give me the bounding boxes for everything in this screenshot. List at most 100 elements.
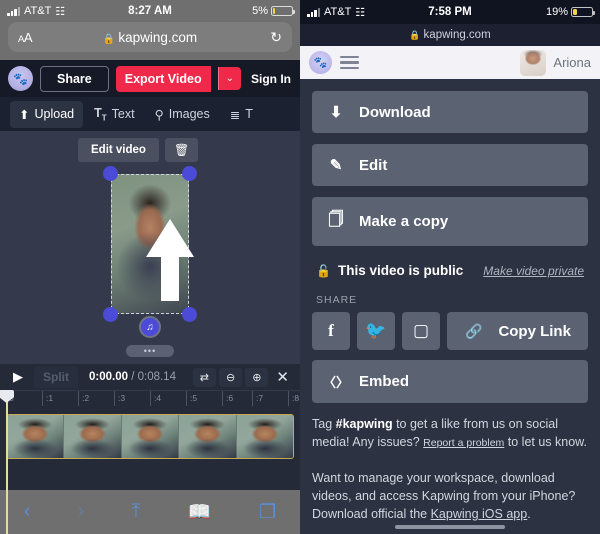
battery-percent-label: 5% [252,5,268,17]
annotation-arrow-up-icon [146,219,194,301]
zoom-out-icon[interactable]: ⊖ [218,367,243,387]
download-icon: ⬇ [329,104,343,121]
tabs-icon[interactable]: ❐ [259,501,276,524]
split-button[interactable]: Split [34,366,78,388]
hamburger-icon[interactable] [340,55,359,70]
left-phone-screen: AT&T ☷ 8:27 AM 5% AA 🔒 kapwing.com ↻ 🐾 S… [0,0,300,534]
right-phone-screen: AT&T ☷ 7:58 PM 19% 🔒 kapwing.com 🐾 Arion… [300,0,600,534]
zoom-in-icon[interactable]: ⊕ [245,367,269,387]
app-note-period: . [527,506,531,521]
tool-images[interactable]: ⚲ Images [146,101,219,128]
play-icon[interactable]: ▶ [6,369,30,385]
facebook-icon[interactable]: f [312,312,350,350]
tool-timeline[interactable]: ≣ T [221,101,262,128]
home-indicator [395,525,505,529]
kapwing-logo[interactable]: 🐾 [309,51,332,74]
hashtag-label: #kapwing [335,417,393,431]
instagram-icon[interactable]: ▢ [402,312,440,350]
drag-handle[interactable]: ••• [126,345,174,357]
resize-handle-bottom-left[interactable] [103,307,118,322]
ruler-tick: :4 [150,391,161,406]
timecode-display: 0:00.00 / 0:08.14 [89,371,176,383]
url-pill[interactable]: AA 🔒 kapwing.com ↻ [8,22,292,52]
user-name-label: Ariona [553,55,591,70]
bookmarks-icon[interactable]: 📖 [188,500,212,524]
share-row: f 🐦 ▢ 🔗 Copy Link [312,312,588,350]
ruler-tick: :1 [42,391,53,406]
make-a-copy-button[interactable]: 🗍 Make a copy [312,197,588,246]
text-icon: TT [94,105,107,123]
edit-video-button[interactable]: Edit video [78,138,159,162]
download-label: Download [359,103,431,121]
kapwing-ios-app-link[interactable]: Kapwing iOS app [431,507,528,521]
privacy-row: 🔓 This video is public Make video privat… [312,257,588,280]
kapwing-logo[interactable]: 🐾 [8,66,33,91]
make-a-copy-label: Make a copy [359,213,449,230]
resize-handle-top-left[interactable] [103,166,118,181]
video-clip[interactable] [6,414,294,459]
avatar [520,49,547,76]
clip-frame [64,415,122,458]
tool-timeline-label: T [245,107,253,121]
playhead[interactable] [6,391,8,534]
url-text[interactable]: 🔒 kapwing.com [8,30,292,45]
battery-icon [571,7,595,17]
kapwing-tool-row: ⬆ Upload TT Text ⚲ Images ≣ T [0,97,300,131]
share-button[interactable]: Share [40,65,109,92]
upload-icon: ⬆ [19,107,30,122]
lock-icon: 🔒 [102,33,116,45]
resize-handle-bottom-right[interactable] [182,307,197,322]
back-icon[interactable]: ‹ [24,501,30,523]
clip-context-toolbar: Edit video 🗑 [78,138,199,162]
forward-icon: › [77,501,85,522]
export-options-chevron-down-icon[interactable]: ⌄ [217,67,242,90]
battery-percent-label: 19% [545,6,568,18]
time-separator: / [128,371,138,383]
trash-icon[interactable]: 🗑 [164,138,199,162]
timeline-track[interactable] [0,405,300,465]
pencil-icon: ✎ [329,157,343,174]
status-right-group: 5% [252,5,300,17]
audio-icon[interactable]: ♫ [139,316,161,338]
sign-in-link[interactable]: Sign In [251,72,291,86]
report-a-problem-link[interactable]: Report a problem [423,437,504,449]
timeline-controls: ▶ Split 0:00.00 / 0:08.14 ⇄ ⊖ ⊕ ✕ [0,364,300,390]
share-icon[interactable]: ⤒ [132,501,140,523]
export-page-body: ⬇ Download ✎ Edit 🗍 Make a copy 🔓 This v… [300,79,600,534]
resize-handle-top-right[interactable] [182,166,197,181]
export-video-button[interactable]: Export Video [115,65,211,92]
ruler-tick: :6 [222,391,233,406]
ruler-tick: :3 [114,391,125,406]
download-button[interactable]: ⬇ Download [312,91,588,133]
timeline-ruler[interactable]: 0 :1 :2 :3 :4 :5 :6 :7 :8 [0,390,300,534]
embed-button[interactable]: 〈〉 Embed [312,360,588,403]
copy-link-button[interactable]: 🔗 Copy Link [447,312,588,350]
ios-status-bar-left: AT&T ☷ 8:27 AM 5% [0,0,300,22]
tool-upload[interactable]: ⬆ Upload [10,100,84,128]
ruler-tick: :8 [288,391,299,406]
transition-icon[interactable]: ⇄ [192,367,216,387]
twitter-icon[interactable]: 🐦 [357,312,395,350]
unlock-icon: 🔓 [316,263,331,278]
make-video-private-link[interactable]: Make video private [483,264,584,278]
copy-icon: 🗍 [328,211,344,228]
url-text-right[interactable]: 🔒 kapwing.com [300,24,600,46]
kapwing-navbar: 🐾 Ariona [300,46,600,79]
edit-label: Edit [359,156,388,174]
tool-text-label: Text [111,107,135,121]
kapwing-editor-header: 🐾 Share Export Video ⌄ Sign In [0,60,300,97]
ruler-tick: :7 [252,391,263,406]
tool-images-label: Images [168,107,210,121]
ios-status-bar-right: AT&T ☷ 7:58 PM 19% [300,0,600,24]
edit-button[interactable]: ✎ Edit [312,144,588,186]
timeline-icon: ≣ [229,107,241,122]
editor-canvas[interactable]: Edit video 🗑 ♫ ••• [0,131,300,364]
ruler-tick: :2 [78,391,89,406]
close-icon[interactable]: ✕ [271,366,294,388]
current-time: 0:00.00 [89,371,129,383]
tool-upload-label: Upload [34,107,75,121]
copy-link-label: Copy Link [498,322,571,340]
safari-address-bar: AA 🔒 kapwing.com ↻ [0,22,300,60]
tool-text[interactable]: TT Text [85,100,143,129]
user-profile[interactable]: Ariona [520,49,591,76]
